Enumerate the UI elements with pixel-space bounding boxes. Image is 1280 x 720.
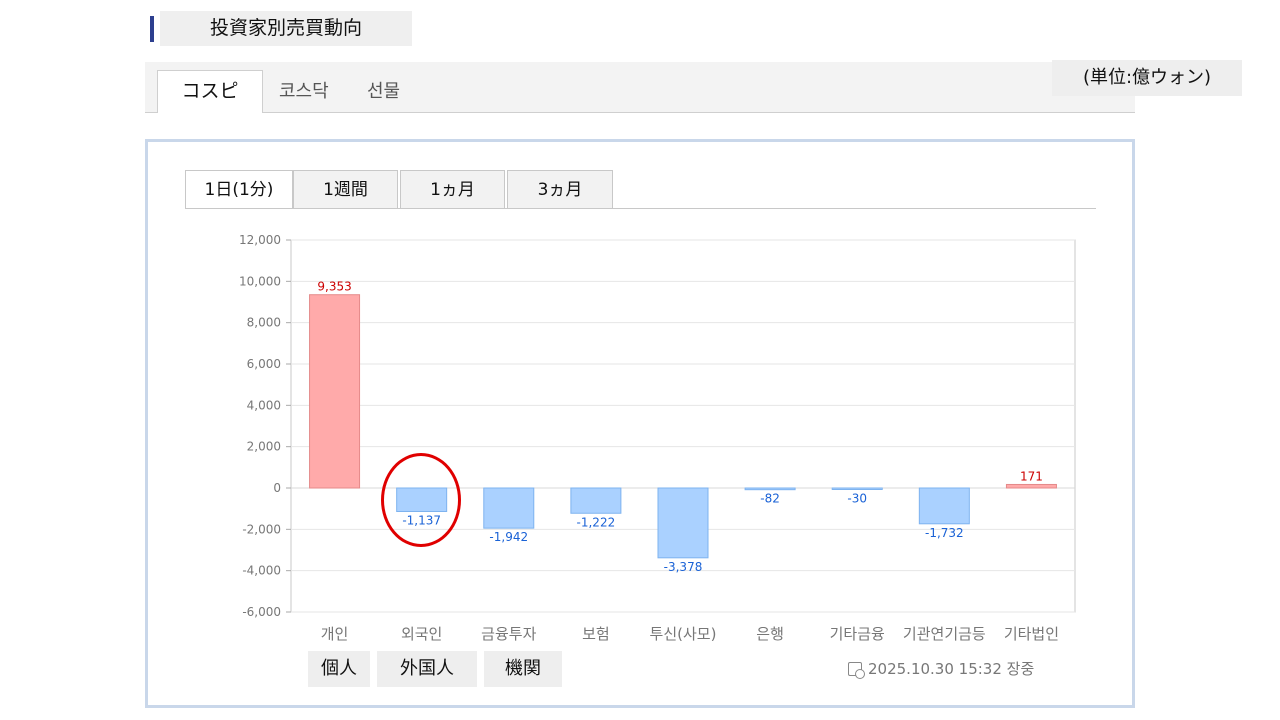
y-tick-label: 10,000 bbox=[239, 274, 281, 288]
market-tabs: コスピ 코스닥 선물 bbox=[145, 62, 1135, 113]
bar bbox=[570, 487, 622, 514]
x-tick-label: 외국인 bbox=[401, 625, 442, 643]
x-tick-label: 개인 bbox=[321, 625, 349, 643]
x-tick-label: 기관연기금등 bbox=[903, 625, 986, 643]
data-label: -1,732 bbox=[925, 526, 964, 540]
y-tick-label: -6,000 bbox=[242, 605, 281, 619]
x-tick-label: 기타금융 bbox=[830, 625, 885, 643]
x-tick-label: 투신(사모) bbox=[650, 625, 717, 643]
y-tick-label: -2,000 bbox=[242, 522, 281, 536]
y-tick-label: 4,000 bbox=[247, 398, 281, 412]
data-label: -1,942 bbox=[489, 530, 528, 544]
tag-institution: 機関 bbox=[484, 651, 562, 687]
tag-foreign: 外国人 bbox=[377, 651, 477, 687]
tab-kospi[interactable]: コスピ bbox=[157, 70, 263, 113]
bar-chart: 12,000 10,000 8,000 6,000 4,000 2,000 0 -2,000 -… bbox=[239, 233, 1076, 643]
y-tick-label: 12,000 bbox=[239, 233, 281, 247]
unit-label: (単位:億ウォン) bbox=[1052, 60, 1242, 96]
bar bbox=[483, 487, 535, 529]
y-tick-label: 0 bbox=[273, 481, 281, 495]
y-tick-label: -4,000 bbox=[242, 564, 281, 578]
data-label: -1,222 bbox=[577, 515, 616, 529]
tag-individual: 個人 bbox=[308, 651, 370, 687]
bar bbox=[744, 487, 796, 491]
bar bbox=[309, 294, 361, 489]
bar bbox=[1005, 483, 1057, 489]
section-title: 投資家別売買動向 bbox=[160, 11, 412, 46]
title-accent-bar bbox=[150, 16, 154, 42]
bar bbox=[657, 487, 709, 559]
data-label: 9,353 bbox=[317, 280, 351, 294]
data-label: -3,378 bbox=[664, 560, 703, 574]
bar bbox=[831, 487, 883, 490]
y-tick-label: 2,000 bbox=[247, 440, 281, 454]
y-tick-label: 6,000 bbox=[247, 357, 281, 371]
timestamp: 2025.10.30 15:32 장중 bbox=[848, 658, 1034, 679]
tab-futures[interactable]: 선물 bbox=[367, 62, 400, 112]
x-tick-label: 기타법인 bbox=[1004, 625, 1059, 643]
y-tick-label: 8,000 bbox=[247, 316, 281, 330]
x-tick-label: 금융투자 bbox=[481, 625, 536, 643]
data-label: -82 bbox=[760, 492, 780, 506]
x-tick-label: 보험 bbox=[582, 625, 610, 643]
calendar-clock-icon bbox=[848, 662, 865, 679]
data-label: -30 bbox=[847, 492, 867, 506]
bar bbox=[918, 487, 970, 525]
chart-panel: 1日(1分) 1週間 1ヵ月 3ヵ月 12,000 10,000 8,000 6,00… bbox=[145, 139, 1135, 708]
x-tick-label: 은행 bbox=[756, 625, 784, 643]
data-label: 171 bbox=[1020, 469, 1043, 483]
annotation-circle bbox=[381, 453, 461, 547]
tab-kosdaq[interactable]: 코스닥 bbox=[279, 62, 329, 112]
timestamp-text: 2025.10.30 15:32 장중 bbox=[868, 660, 1035, 678]
